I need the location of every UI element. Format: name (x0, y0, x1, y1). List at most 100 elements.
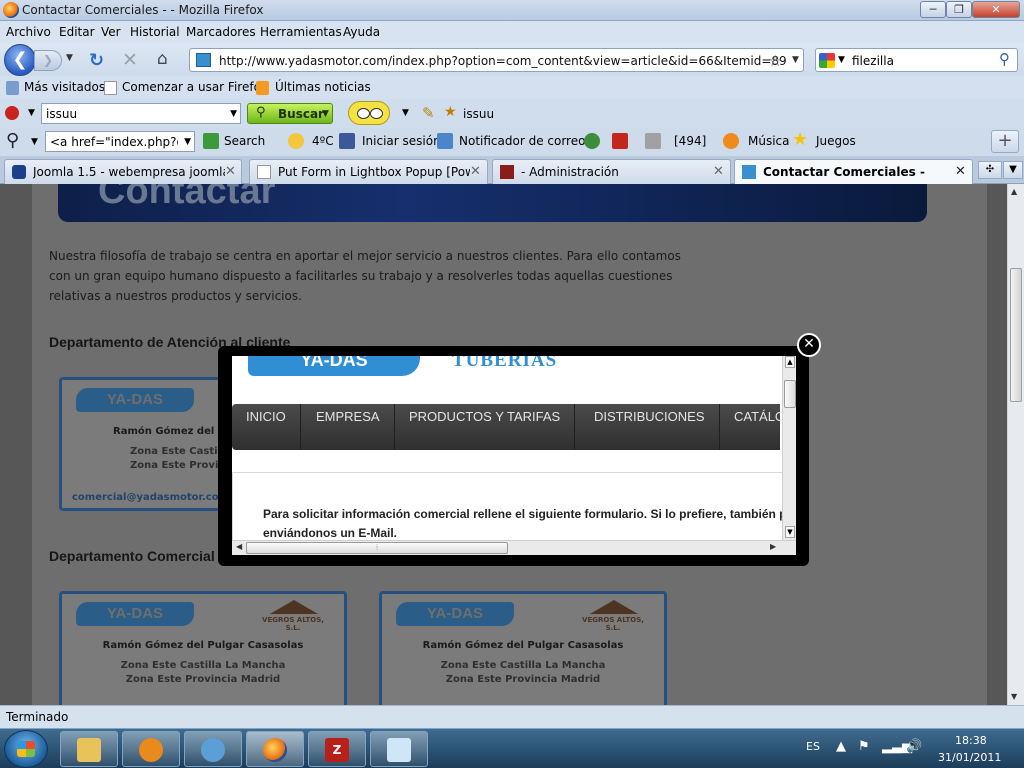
combo-arrow-icon[interactable]: ▼ (184, 137, 191, 147)
highlighter-icon[interactable]: ✎ (422, 104, 435, 122)
weather-temp[interactable]: 4ºC (312, 134, 334, 148)
history-dropdown-icon[interactable]: ▼ (66, 53, 73, 63)
reload-icon[interactable]: ↻ (89, 50, 104, 71)
bookmarks-toolbar: Más visitados Comenzar a usar Firefox Úl… (0, 76, 1024, 99)
maximize-button[interactable]: ❐ (946, 1, 972, 18)
menu-editar[interactable]: Editar (59, 25, 95, 39)
scroll-up-icon[interactable]: ▲ (1011, 187, 1017, 196)
bookmark-ultimas-noticias[interactable]: Últimas noticias (275, 80, 371, 94)
tab-joomla[interactable]: Joomla 1.5 - webempresa joomla -... ✕ (4, 159, 242, 184)
mail-icon (437, 133, 453, 149)
tab-close-icon[interactable]: ✕ (955, 164, 966, 179)
lightbox-hscroll-thumb[interactable]: ⦙ (246, 542, 508, 554)
search-magnifier-icon[interactable]: ⚲ (999, 50, 1010, 68)
nav-empresa[interactable]: EMPRESA (302, 404, 395, 450)
taskbar-filezilla[interactable]: Z (308, 731, 366, 767)
lightbox-scroll-right-icon[interactable]: ▶ (770, 542, 776, 551)
volume-icon[interactable]: 🔊 (906, 739, 922, 754)
taskbar-explorer[interactable] (60, 731, 118, 767)
search-go-icon[interactable] (203, 133, 219, 149)
add-toolbar-button[interactable]: + (991, 130, 1019, 153)
toolbar-search-combo[interactable]: issuu ▼ (41, 103, 241, 124)
forward-button[interactable]: ❯ (34, 50, 62, 71)
buscar-dropdown-icon[interactable]: ▼ (322, 109, 329, 119)
lightbox-scroll-up-icon[interactable]: ▲ (785, 356, 795, 368)
menu-herramientas[interactable]: Herramientas (260, 25, 342, 39)
toolbar-search-value[interactable]: issuu (46, 107, 77, 121)
youtube-icon[interactable] (612, 133, 628, 149)
issuu-link[interactable]: issuu (463, 107, 494, 121)
buscar-button[interactable]: ⚲ Buscar ▼ (247, 103, 333, 124)
tab-close-icon[interactable]: ✕ (713, 164, 724, 179)
combo-arrow-icon[interactable]: ▼ (230, 109, 237, 119)
home-icon[interactable]: ⌂ (157, 49, 168, 69)
taskbar-media-player[interactable] (122, 731, 180, 767)
utorrent-icon[interactable] (584, 133, 600, 149)
clock-date[interactable]: 31/01/2011 (938, 751, 1001, 764)
html-combo[interactable]: <a href="index.php?opt ▼ (45, 131, 195, 152)
search-bar[interactable]: ▼ filezilla ⚲ (815, 48, 1018, 72)
scroll-thumb[interactable] (1010, 268, 1022, 402)
search-magnifier-icon[interactable]: ⚲ (6, 130, 19, 151)
toolbar-logo-icon[interactable] (5, 106, 19, 120)
start-button[interactable] (4, 730, 48, 768)
bookmark-mas-visitados[interactable]: Más visitados (24, 80, 105, 94)
tab-administracion[interactable]: - Administración ✕ (492, 159, 731, 184)
tab-lightbox-form[interactable]: Put Form in Lightbox Popup [Pow... ✕ (249, 159, 488, 184)
page-scrollbar[interactable]: ▲ ▼ (1007, 184, 1024, 705)
url-bar[interactable]: http://www.yadasmotor.com/index.php?opti… (189, 48, 804, 72)
toolbar-dropdown-icon[interactable]: ▼ (28, 108, 35, 118)
search-button[interactable]: Search (224, 134, 265, 148)
mail-notifier[interactable]: Notificador de correo (459, 134, 585, 148)
count-badge[interactable]: [494] (674, 134, 706, 148)
clock-time[interactable]: 18:38 (955, 734, 987, 747)
menu-archivo[interactable]: Archivo (6, 25, 51, 39)
language-indicator[interactable]: ES (806, 740, 820, 753)
taskbar-network-app[interactable] (184, 731, 242, 767)
stop-icon[interactable]: ✕ (122, 49, 138, 71)
eyes-icon[interactable] (348, 101, 390, 125)
minimize-button[interactable]: ─ (920, 1, 946, 18)
engine-dropdown-icon[interactable]: ▼ (838, 55, 845, 65)
contact-email-link[interactable]: comercial@yadasmotor.com (72, 492, 229, 503)
tray-expand-icon[interactable]: ▲ (836, 739, 846, 754)
bookmark-star-icon[interactable]: ☆ (768, 51, 782, 70)
music-link[interactable]: Música (748, 134, 790, 148)
search-dropdown-icon[interactable]: ▼ (31, 137, 38, 147)
menu-ayuda[interactable]: Ayuda (343, 25, 380, 39)
lightbox-scroll-thumb[interactable] (784, 380, 796, 408)
bookmark-comenzar-firefox[interactable]: Comenzar a usar Firefox (122, 80, 268, 94)
lightbox-vertical-scrollbar[interactable]: ▲ ▼ (782, 356, 796, 540)
issuu-icon[interactable]: ★ (444, 104, 457, 120)
tab-list-dropdown-icon[interactable]: ▼ (1003, 161, 1023, 179)
lightbox-scroll-left-icon[interactable]: ◀ (236, 542, 242, 551)
gadget-icon[interactable] (645, 133, 661, 149)
html-combo-value[interactable]: <a href="index.php?opt (50, 135, 178, 149)
menu-ver[interactable]: Ver (101, 25, 121, 39)
url-dropdown-icon[interactable]: ▼ (792, 55, 799, 65)
tab-contactar-comerciales[interactable]: Contactar Comerciales - ✕ (734, 159, 973, 185)
search-input[interactable]: filezilla (852, 54, 894, 68)
tab-close-icon[interactable]: ✕ (470, 164, 481, 179)
lightbox-close-button[interactable]: ✕ (797, 333, 821, 357)
scroll-down-icon[interactable]: ▼ (1011, 692, 1017, 701)
lightbox-scroll-down-icon[interactable]: ▼ (785, 526, 795, 538)
new-tab-button[interactable]: ✣ (978, 161, 1002, 179)
taskbar-notepad[interactable] (370, 731, 428, 767)
lightbox-horizontal-scrollbar[interactable]: ◀ ⦙ ▶ (232, 540, 796, 555)
taskbar-firefox[interactable] (246, 731, 304, 767)
menu-marcadores[interactable]: Marcadores (186, 25, 256, 39)
google-engine-icon[interactable] (819, 53, 835, 68)
url-input[interactable]: http://www.yadasmotor.com/index.php?opti… (219, 54, 787, 68)
back-button[interactable]: ❮ (4, 44, 36, 76)
menu-historial[interactable]: Historial (130, 25, 180, 39)
close-window-button[interactable]: ✕ (972, 1, 1020, 18)
facebook-login[interactable]: Iniciar sesión (362, 134, 441, 148)
flag-icon[interactable]: ⚑ (858, 739, 870, 754)
nav-productos-tarifas[interactable]: PRODUCTOS Y TARIFAS (395, 404, 576, 450)
nav-distribuciones[interactable]: DISTRIBUCIONES (580, 404, 720, 450)
eyes-dropdown-icon[interactable]: ▼ (402, 108, 409, 118)
games-link[interactable]: Juegos (816, 134, 856, 148)
nav-inicio[interactable]: INICIO (232, 404, 301, 450)
tab-close-icon[interactable]: ✕ (225, 164, 236, 179)
